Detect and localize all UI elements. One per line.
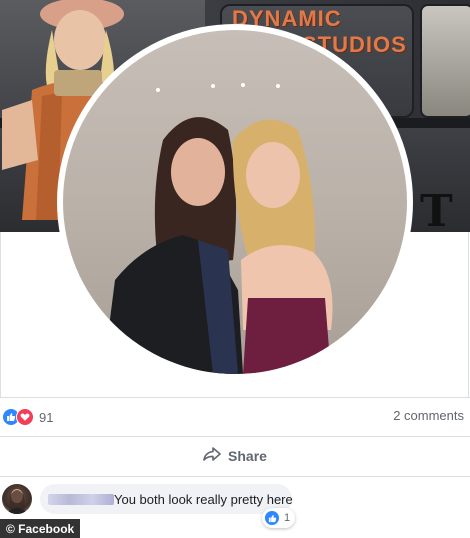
like-icon xyxy=(264,510,280,526)
love-icon xyxy=(16,408,34,426)
card-border-right xyxy=(468,232,469,397)
cover-right-window xyxy=(420,4,470,118)
reaction-count: 91 xyxy=(39,409,54,425)
share-label: Share xyxy=(228,448,267,464)
reactions-row: 91 2 comments xyxy=(0,398,470,434)
divider-bottom xyxy=(0,476,470,477)
share-button[interactable]: Share xyxy=(0,438,470,474)
card-border-left xyxy=(0,232,1,397)
comments-count-link[interactable]: 2 comments xyxy=(393,408,464,423)
reaction-summary[interactable]: 91 xyxy=(2,408,53,426)
commenter-avatar[interactable] xyxy=(2,484,32,514)
profile-photo-figures xyxy=(103,83,333,374)
comment-text: You both look really pretty here xyxy=(114,492,293,507)
comment-reactions[interactable]: 1 xyxy=(262,508,296,528)
comment-bubble: You both look really pretty here xyxy=(40,484,293,514)
cover-glyph: T xyxy=(420,186,453,232)
facebook-watermark: © Facebook xyxy=(0,519,81,538)
comment-reaction-count: 1 xyxy=(284,512,291,524)
commenter-name-blurred[interactable] xyxy=(48,494,114,505)
divider-middle xyxy=(0,436,470,437)
profile-picture[interactable] xyxy=(63,30,407,374)
share-arrow-icon xyxy=(203,446,221,467)
